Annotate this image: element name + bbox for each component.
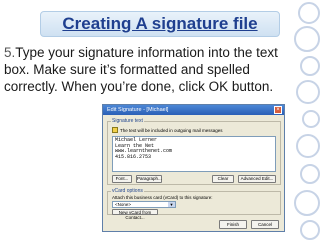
step-text: Type your signature information into the… <box>4 45 278 94</box>
close-icon[interactable]: × <box>274 106 282 114</box>
step-number: 5. <box>4 45 16 60</box>
edit-signature-dialog: Edit Signature - [Michael] × Signature t… <box>102 104 285 232</box>
step-paragraph: 5.Type your signature information into t… <box>4 44 304 95</box>
signature-note: The text will be included in outgoing ma… <box>120 128 223 133</box>
slide-title: Creating A signature file <box>62 14 258 33</box>
dialog-title-bar: Edit Signature - [Michael] × <box>103 105 284 115</box>
signature-textbox[interactable]: Michael Lerner Learn the Net www.learnth… <box>112 136 276 172</box>
new-vcard-button[interactable]: New vCard from Contact... <box>112 209 158 220</box>
cancel-button[interactable]: Cancel <box>251 220 279 229</box>
finish-button[interactable]: Finish <box>219 220 247 229</box>
circle-decoration <box>296 134 320 158</box>
circle-decoration <box>300 164 320 184</box>
advanced-edit-button[interactable]: Advanced Edit... <box>238 175 276 183</box>
vcard-label: Attach this business card (vCard) to thi… <box>112 195 213 200</box>
signature-line: 415.816.2753 <box>115 153 152 160</box>
dialog-title: Edit Signature - [Michael] <box>107 107 169 113</box>
info-icon <box>112 127 118 133</box>
circle-decoration <box>298 2 320 24</box>
slide-title-box: Creating A signature file <box>40 11 280 37</box>
vcard-select-value: <None> <box>115 202 132 207</box>
vcard-select[interactable]: <None> ▼ <box>112 201 176 208</box>
decorative-circles <box>294 0 320 240</box>
font-button[interactable]: Font... <box>112 175 132 183</box>
clear-button[interactable]: Clear <box>212 175 234 183</box>
signature-text-group: Signature text The text will be included… <box>107 118 281 185</box>
vcard-group-label: vCard options <box>111 188 144 194</box>
paragraph-button[interactable]: Paragraph... <box>136 175 162 183</box>
circle-decoration <box>302 110 320 128</box>
circle-decoration <box>294 190 320 216</box>
chevron-down-icon[interactable]: ▼ <box>168 202 175 207</box>
circle-decoration <box>300 220 320 240</box>
signature-group-label: Signature text <box>111 118 144 124</box>
vcard-options-group: vCard options Attach this business card … <box>107 188 281 220</box>
